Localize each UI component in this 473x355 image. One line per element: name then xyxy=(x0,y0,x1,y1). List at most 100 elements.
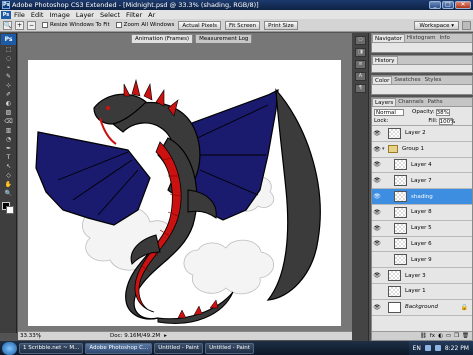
menu-image[interactable]: Image xyxy=(46,11,72,19)
clone-stamp-tool-icon[interactable]: ◐ xyxy=(2,100,15,108)
layer-row[interactable]: 👁 Layer 7 xyxy=(372,173,472,190)
adjustment-layer-icon[interactable]: ◐ xyxy=(438,333,443,339)
tab-paths[interactable]: Paths xyxy=(426,98,445,106)
resize-windows-checkbox[interactable] xyxy=(42,22,48,28)
fit-screen-button[interactable]: Fit Screen xyxy=(224,20,261,30)
healing-tool-icon[interactable]: ⊹ xyxy=(2,82,15,90)
marquee-tool-icon[interactable]: ⬚ xyxy=(2,46,15,54)
tab-animation-frames[interactable]: Animation (Frames) xyxy=(131,34,194,43)
workspace-dropdown[interactable]: Workspace ▾ xyxy=(414,21,459,30)
print-size-button[interactable]: Print Size xyxy=(264,20,298,30)
visibility-eye-icon[interactable]: 👁 xyxy=(372,209,382,216)
lasso-tool-icon[interactable]: ◌ xyxy=(2,55,15,63)
blend-mode-select[interactable]: Normal xyxy=(374,108,404,116)
image-canvas[interactable] xyxy=(28,60,341,326)
start-button[interactable] xyxy=(2,341,17,355)
brushes-panel-icon[interactable]: ⎔ xyxy=(355,36,366,45)
eraser-tool-icon[interactable]: ⌫ xyxy=(2,118,15,126)
layer-row[interactable]: Layer 1 xyxy=(372,284,472,300)
layer-row[interactable]: 👁 Layer 6 xyxy=(372,237,472,253)
actual-pixels-button[interactable]: Actual Pixels xyxy=(178,20,221,30)
link-layers-icon[interactable]: ⛓ xyxy=(420,333,427,339)
taskbar-item-paint-2[interactable]: Untitled - Paint xyxy=(205,342,254,354)
tab-channels[interactable]: Channels xyxy=(396,98,425,106)
zoom-out-icon[interactable]: − xyxy=(27,20,36,30)
tab-color[interactable]: Color xyxy=(372,76,393,84)
tab-info[interactable]: Info xyxy=(437,34,451,42)
language-indicator[interactable]: EN xyxy=(413,345,421,352)
tab-navigator[interactable]: Navigator xyxy=(372,34,405,42)
brush-tool-icon[interactable]: ✐ xyxy=(2,91,15,99)
dodge-tool-icon[interactable]: ◔ xyxy=(2,136,15,144)
tool-presets-icon[interactable]: ◨ xyxy=(355,48,366,57)
layer-row[interactable]: 👁 Layer 3 xyxy=(372,268,472,284)
gradient-tool-icon[interactable]: ▥ xyxy=(2,127,15,135)
paragraph-panel-icon[interactable]: ¶ xyxy=(355,84,366,93)
menu-select[interactable]: Select xyxy=(97,11,123,19)
status-menu-arrow-icon[interactable]: ▸ xyxy=(164,333,167,339)
layer-row[interactable]: 👁 Layer 2 xyxy=(372,126,472,142)
color-swatches[interactable] xyxy=(1,201,16,215)
zoom-in-icon[interactable]: + xyxy=(15,20,24,30)
layer-row[interactable]: 👁 Layer 5 xyxy=(372,221,472,237)
layer-style-icon[interactable]: fx xyxy=(430,333,435,339)
tab-swatches[interactable]: Swatches xyxy=(392,76,422,84)
menu-filter[interactable]: Filter xyxy=(123,11,145,19)
minimize-button[interactable]: _ xyxy=(429,1,441,9)
tab-styles[interactable]: Styles xyxy=(423,76,444,84)
menu-file[interactable]: File xyxy=(11,11,28,19)
taskbar-item-paint-1[interactable]: Untitled - Paint xyxy=(154,342,204,354)
zoom-level[interactable]: 33.33% xyxy=(18,333,41,339)
delete-layer-icon[interactable]: 🗑 xyxy=(462,333,469,339)
tab-histogram[interactable]: Histogram xyxy=(405,34,438,42)
volume-icon[interactable] xyxy=(434,345,441,351)
background-color[interactable] xyxy=(6,206,14,214)
visibility-eye-icon[interactable]: 👁 xyxy=(372,193,382,200)
path-selection-tool-icon[interactable]: ↖ xyxy=(2,163,15,171)
visibility-eye-icon[interactable]: 👁 xyxy=(372,272,382,279)
layer-row[interactable]: Layer 9 xyxy=(372,252,472,269)
fill-input[interactable]: 100% xyxy=(438,117,455,125)
menu-layer[interactable]: Layer xyxy=(73,11,97,19)
visibility-eye-icon[interactable]: 👁 xyxy=(372,240,382,247)
close-button[interactable]: ✕ xyxy=(455,1,471,9)
crop-tool-icon[interactable]: ✎ xyxy=(2,73,15,81)
visibility-eye-icon[interactable]: 👁 xyxy=(372,130,382,137)
layer-comps-icon[interactable]: ≡ xyxy=(355,60,366,69)
clock[interactable]: 8:22 PM xyxy=(445,345,469,352)
visibility-eye-icon[interactable]: 👁 xyxy=(372,225,382,232)
opacity-input[interactable]: 38% xyxy=(435,108,450,116)
panel-dock: ⎔ ◨ ≡ A ¶ Navigator Histogram Info Histo… xyxy=(352,33,473,341)
character-panel-icon[interactable]: A xyxy=(355,72,366,81)
zoom-all-checkbox[interactable] xyxy=(115,22,122,28)
new-layer-icon[interactable]: ❒ xyxy=(454,333,459,339)
shape-tool-icon[interactable]: ◇ xyxy=(2,172,15,180)
layer-row[interactable]: 👁 Layer 8 xyxy=(372,205,472,221)
visibility-eye-icon[interactable]: 👁 xyxy=(372,304,382,311)
history-brush-tool-icon[interactable]: ▨ xyxy=(2,109,15,117)
taskbar-item-photoshop[interactable]: Adobe Photoshop C... xyxy=(85,342,153,354)
layer-row[interactable]: 👁 Layer 4 xyxy=(372,158,472,174)
layer-row[interactable]: 👁 Background 🔒 xyxy=(372,300,472,316)
pen-tool-icon[interactable]: ✒ xyxy=(2,145,15,153)
visibility-eye-icon[interactable]: 👁 xyxy=(372,177,382,184)
menu-edit[interactable]: Edit xyxy=(28,11,47,19)
tab-measurement-log[interactable]: Measurement Log xyxy=(195,34,253,43)
tab-layers[interactable]: Layers xyxy=(372,98,397,106)
maximize-button[interactable]: □ xyxy=(442,1,454,9)
zoom-tool-icon[interactable]: 🔍 xyxy=(2,190,15,198)
visibility-eye-icon[interactable]: 👁 xyxy=(372,146,382,153)
tab-history[interactable]: History xyxy=(372,56,398,64)
hand-tool-icon[interactable]: ✋ xyxy=(2,181,15,189)
network-icon[interactable] xyxy=(424,345,431,351)
taskbar-item-scribble[interactable]: 1 Scribble.net ~ M... xyxy=(19,342,84,354)
layer-row[interactable]: 👁 shading xyxy=(372,189,472,205)
palette-well-icon[interactable] xyxy=(462,21,471,30)
magic-wand-tool-icon[interactable]: ⌁ xyxy=(2,64,15,72)
type-tool-icon[interactable]: T xyxy=(2,154,15,162)
zoom-tool-icon[interactable]: 🔍 xyxy=(3,20,12,30)
visibility-eye-icon[interactable]: 👁 xyxy=(372,161,382,168)
menu-analysis[interactable]: Ar xyxy=(145,11,158,19)
layer-row[interactable]: 👁 ▾ Group 1 xyxy=(372,142,472,158)
new-group-icon[interactable]: ▭ xyxy=(446,333,451,339)
